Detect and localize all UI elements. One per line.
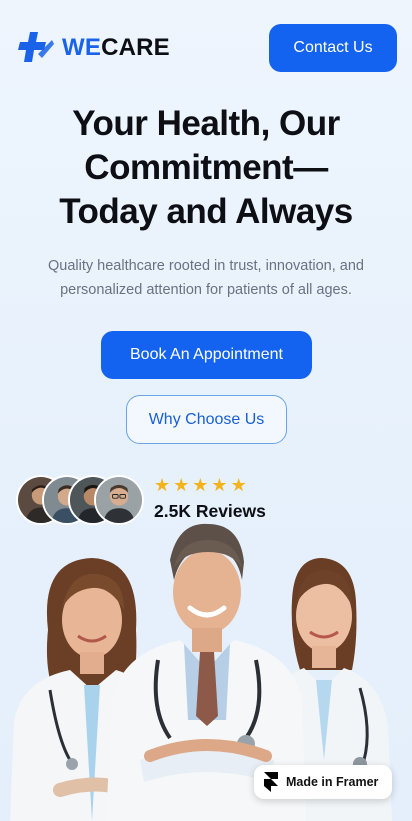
- made-in-framer-badge[interactable]: Made in Framer: [254, 765, 392, 799]
- reviewer-avatars: [16, 475, 146, 525]
- contact-us-button[interactable]: Contact Us: [269, 24, 397, 72]
- book-appointment-button[interactable]: Book An Appointment: [101, 331, 312, 379]
- person-avatar-icon: [96, 477, 142, 523]
- reviews-count: 2.5K Reviews: [154, 501, 266, 521]
- medical-cross-logo-icon: [18, 32, 54, 62]
- hero-title-line-2: Commitment—: [84, 148, 328, 187]
- avatar: [94, 475, 144, 525]
- hero-title-line-3: Today and Always: [59, 192, 353, 231]
- hero-subtitle-line-2: personalized attention for patients of a…: [60, 282, 352, 298]
- logo-care: CARE: [101, 34, 170, 61]
- star-icon: ★: [192, 475, 209, 495]
- star-icon: ★: [154, 475, 171, 495]
- rating-stars: ★ ★ ★ ★ ★: [154, 474, 247, 496]
- site-header: WECARE Contact Us: [0, 0, 412, 96]
- framer-badge-label: Made in Framer: [286, 775, 379, 789]
- star-icon: ★: [211, 475, 228, 495]
- hero-title: Your Health, Our Commitment— Today and A…: [20, 102, 392, 234]
- page: WECARE Contact Us Your Health, Our Commi…: [0, 0, 412, 821]
- hero-title-line-1: Your Health, Our: [72, 104, 340, 143]
- framer-logo-icon: [264, 772, 278, 792]
- wecare-logo[interactable]: WECARE: [16, 28, 170, 68]
- hero-subtitle: Quality healthcare rooted in trust, inno…: [14, 254, 398, 302]
- star-icon: ★: [230, 475, 247, 495]
- star-icon: ★: [173, 475, 190, 495]
- why-choose-us-button[interactable]: Why Choose Us: [126, 395, 287, 444]
- logo-wordmark: WECARE: [62, 34, 170, 62]
- hero-subtitle-line-1: Quality healthcare rooted in trust, inno…: [48, 258, 364, 274]
- logo-we: WE: [62, 34, 102, 61]
